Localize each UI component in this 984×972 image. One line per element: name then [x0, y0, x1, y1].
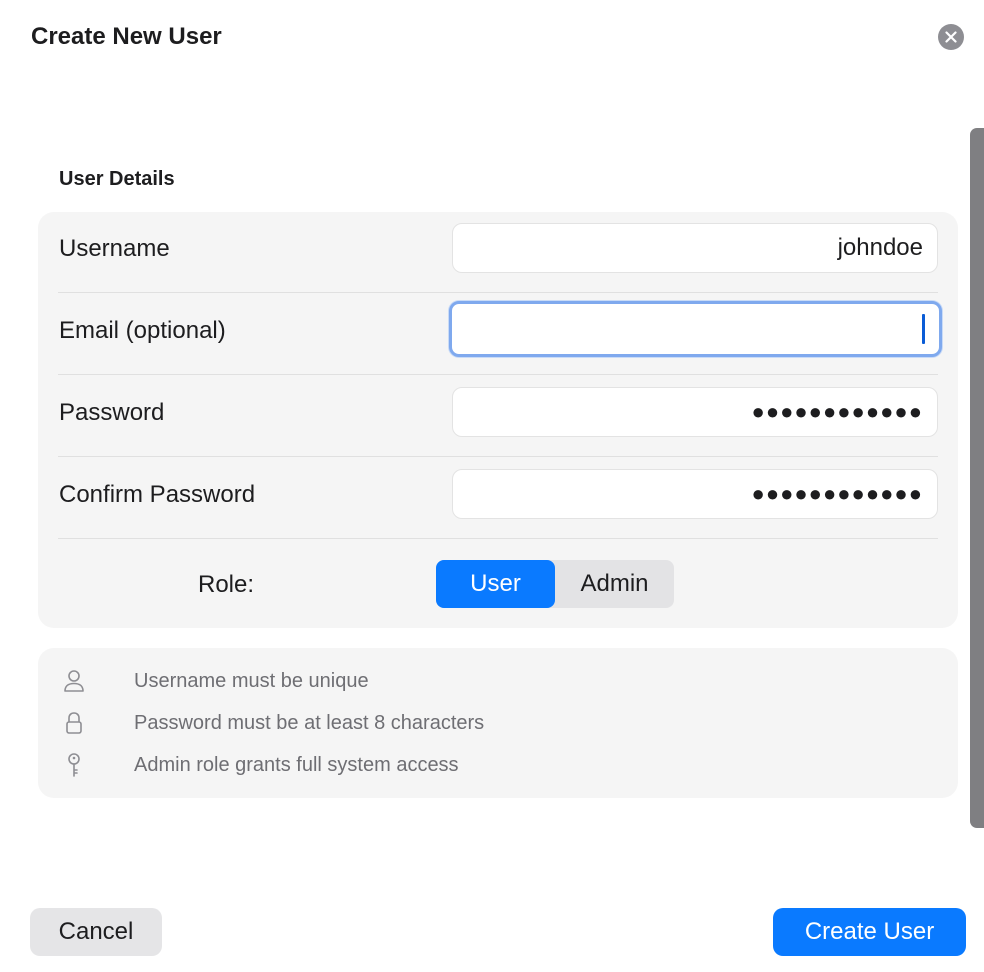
scrollbar[interactable] — [970, 128, 984, 828]
username-label: Username — [59, 235, 170, 262]
hints-card: Username must be unique Password must be… — [38, 648, 958, 798]
hint-text: Username must be unique — [134, 670, 369, 692]
email-label: Email (optional) — [59, 317, 226, 344]
hint-text: Password must be at least 8 characters — [134, 712, 485, 734]
divider — [58, 374, 938, 375]
divider — [58, 292, 938, 293]
create-user-dialog: Create New User User Details Username jo… — [0, 0, 984, 972]
hint-text: Admin role grants full system access — [134, 754, 459, 776]
hint-item: Username must be unique — [62, 666, 942, 696]
person-icon — [64, 670, 84, 692]
confirm-password-label: Confirm Password — [59, 481, 256, 508]
email-field[interactable] — [449, 301, 942, 357]
divider — [58, 456, 938, 457]
key-icon — [68, 753, 80, 777]
role-segmented-control: User Admin — [436, 560, 674, 608]
confirm-password-value: ●●●●●●●●●●●● — [751, 481, 923, 506]
username-field[interactable]: johndoe — [452, 223, 938, 273]
cancel-button[interactable]: Cancel — [30, 908, 162, 956]
divider — [58, 538, 938, 539]
role-option-admin[interactable]: Admin — [555, 560, 674, 608]
dialog-title: Create New User — [31, 23, 222, 50]
password-label: Password — [59, 399, 165, 426]
role-label: Role: — [198, 571, 255, 598]
password-field[interactable]: ●●●●●●●●●●●● — [452, 387, 938, 437]
role-option-user[interactable]: User — [436, 560, 555, 608]
username-value: johndoe — [837, 234, 923, 261]
section-title: User Details — [59, 168, 175, 190]
close-button[interactable] — [938, 24, 964, 50]
password-value: ●●●●●●●●●●●● — [751, 399, 923, 424]
close-icon — [945, 31, 957, 43]
lock-icon — [66, 712, 82, 734]
create-user-button[interactable]: Create User — [773, 908, 966, 956]
hint-item: Password must be at least 8 characters — [62, 708, 942, 738]
text-caret — [922, 314, 925, 344]
confirm-password-field[interactable]: ●●●●●●●●●●●● — [452, 469, 938, 519]
hint-item: Admin role grants full system access — [62, 750, 942, 780]
